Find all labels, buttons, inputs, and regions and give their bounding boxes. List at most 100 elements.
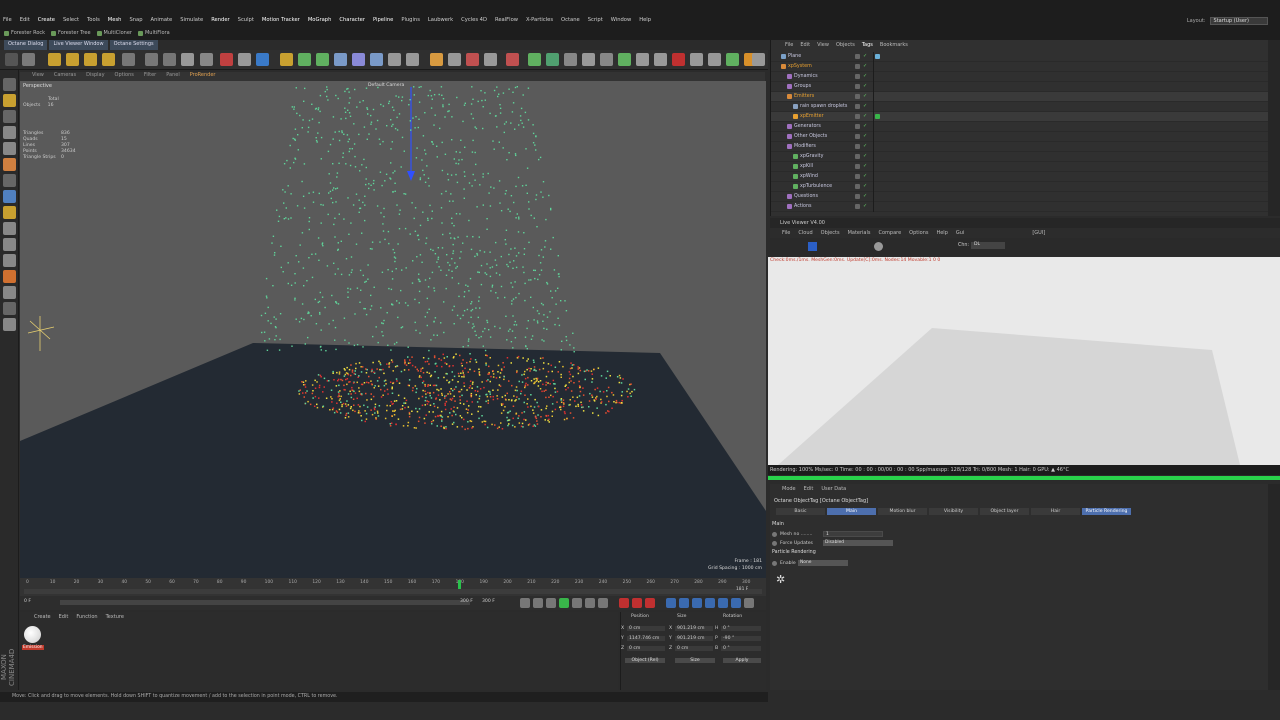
object-name[interactable]: xpEmitter bbox=[800, 114, 824, 119]
target-icon[interactable] bbox=[546, 53, 559, 66]
object-menu-file[interactable]: File bbox=[785, 42, 793, 48]
redo-icon[interactable] bbox=[22, 53, 35, 66]
menu-laubwerk[interactable]: Laubwerk bbox=[428, 17, 453, 23]
object-name[interactable]: Other Objects bbox=[794, 134, 827, 139]
texture-mode-icon[interactable] bbox=[3, 94, 16, 107]
menu-character[interactable]: Character bbox=[339, 17, 365, 23]
coord-size-dropdown[interactable]: Size bbox=[675, 658, 715, 663]
object-name[interactable]: Emitters bbox=[794, 94, 814, 99]
live-viewer-render[interactable]: Check:0ms./1ms. MeshGen:0ms. Update[C]:0… bbox=[768, 257, 1280, 465]
s-icon[interactable] bbox=[3, 254, 16, 267]
object-manager-sidebar[interactable] bbox=[1268, 40, 1280, 216]
edges-mode-icon[interactable] bbox=[3, 142, 16, 155]
current-frame-field[interactable]: 181 F bbox=[736, 587, 748, 592]
world-icon[interactable] bbox=[181, 53, 194, 66]
enabled-check-icon[interactable]: ✓ bbox=[863, 114, 867, 119]
tab-object-layer[interactable]: Object layer bbox=[980, 508, 1029, 515]
visibility-toggle-icon[interactable] bbox=[855, 154, 860, 159]
size-field[interactable]: 901.219 cm bbox=[675, 636, 713, 641]
scissors-icon[interactable] bbox=[636, 53, 649, 66]
attribute-sidebar[interactable] bbox=[1268, 484, 1280, 690]
live-viewer-menu-cloud[interactable]: Cloud bbox=[798, 230, 812, 236]
enabled-check-icon[interactable]: ✓ bbox=[863, 194, 867, 199]
keyframe-dot-icon[interactable] bbox=[772, 560, 777, 566]
object-row[interactable]: Emitters ✓ bbox=[771, 92, 1269, 102]
material-menu-edit[interactable]: Edit bbox=[59, 614, 69, 620]
keyframe-dot-icon[interactable] bbox=[772, 531, 777, 537]
enabled-check-icon[interactable]: ✓ bbox=[863, 184, 867, 189]
object-row[interactable]: xpTurbulence ✓ bbox=[771, 182, 1269, 192]
enabled-check-icon[interactable]: ✓ bbox=[863, 54, 867, 59]
move-icon[interactable] bbox=[66, 53, 79, 66]
object-row[interactable]: xpEmitter ✓ bbox=[771, 112, 1269, 122]
enabled-check-icon[interactable]: ✓ bbox=[863, 94, 867, 99]
object-name[interactable]: xpKill bbox=[800, 164, 813, 169]
object-name[interactable]: xpGravity bbox=[800, 154, 823, 159]
menu-realflow[interactable]: RealFlow bbox=[495, 17, 518, 23]
viewport-menu-filter[interactable]: Filter bbox=[144, 72, 156, 81]
coord-mode-dropdown[interactable]: Object (Rel) bbox=[625, 658, 665, 663]
object-menu-objects[interactable]: Objects bbox=[836, 42, 855, 48]
plugin-forester-tree[interactable]: Forester Tree bbox=[51, 30, 91, 36]
timeline-menu-icon[interactable] bbox=[744, 598, 754, 608]
octane-icon[interactable] bbox=[406, 53, 419, 66]
visibility-toggle-icon[interactable] bbox=[855, 94, 860, 99]
menu-pipeline[interactable]: Pipeline bbox=[373, 17, 393, 23]
object-row[interactable]: xpSystem ✓ bbox=[771, 62, 1269, 72]
tab-octane-settings[interactable]: Octane Settings bbox=[109, 40, 158, 50]
material-menu-create[interactable]: Create bbox=[34, 614, 51, 620]
timeline-track[interactable] bbox=[24, 589, 762, 594]
pen-icon[interactable] bbox=[280, 53, 293, 66]
object-row[interactable]: xpKill ✓ bbox=[771, 162, 1269, 172]
object-row[interactable]: Dynamics ✓ bbox=[771, 72, 1269, 82]
apply-button[interactable]: Apply bbox=[723, 658, 761, 663]
select-icon[interactable] bbox=[48, 53, 61, 66]
menu-cycles-4d[interactable]: Cycles 4D bbox=[461, 17, 487, 23]
object-row[interactable]: Other Objects ✓ bbox=[771, 132, 1269, 142]
start-frame-field[interactable]: 0 F bbox=[24, 599, 31, 604]
autokey-icon[interactable] bbox=[632, 598, 642, 608]
menu-window[interactable]: Window bbox=[611, 17, 631, 23]
menu-simulate[interactable]: Simulate bbox=[180, 17, 203, 23]
deformer-icon[interactable] bbox=[352, 53, 365, 66]
object-menu-view[interactable]: View bbox=[817, 42, 829, 48]
next-key-icon[interactable] bbox=[585, 598, 595, 608]
spline-icon[interactable] bbox=[564, 53, 577, 66]
settings-icon[interactable] bbox=[752, 53, 765, 66]
cube-icon[interactable] bbox=[256, 53, 269, 66]
position-field[interactable]: 0 cm bbox=[627, 626, 665, 631]
enabled-check-icon[interactable]: ✓ bbox=[863, 124, 867, 129]
rotation-field[interactable]: -90 ° bbox=[721, 636, 761, 641]
visibility-toggle-icon[interactable] bbox=[855, 194, 860, 199]
position-field[interactable]: 1147.746 cm bbox=[627, 636, 665, 641]
force-updates-dropdown[interactable]: Disabled bbox=[823, 540, 893, 546]
x-axis-icon[interactable] bbox=[122, 53, 135, 66]
enabled-check-icon[interactable]: ✓ bbox=[863, 84, 867, 89]
prev-frame-icon[interactable] bbox=[546, 598, 556, 608]
visibility-toggle-icon[interactable] bbox=[855, 104, 860, 109]
material-icon[interactable] bbox=[448, 53, 461, 66]
tab-live-viewer-window[interactable]: Live Viewer Window bbox=[49, 40, 108, 50]
tab-main[interactable]: Main bbox=[827, 508, 876, 515]
uv-icon[interactable] bbox=[3, 174, 16, 187]
settings-icon[interactable] bbox=[3, 318, 16, 331]
keyframe-dot-icon[interactable] bbox=[772, 540, 777, 546]
object-name[interactable]: Groups bbox=[794, 84, 811, 89]
live-viewer-menu-gui[interactable]: Gui bbox=[956, 230, 964, 236]
menu-motion-tracker[interactable]: Motion Tracker bbox=[262, 17, 300, 23]
axis-lock-icon[interactable] bbox=[3, 206, 16, 219]
param-key-icon[interactable] bbox=[705, 598, 715, 608]
enabled-check-icon[interactable]: ✓ bbox=[863, 164, 867, 169]
object-name[interactable]: rain spawn droplets bbox=[800, 104, 847, 109]
menu-octane[interactable]: Octane bbox=[561, 17, 580, 23]
object-row[interactable]: xpWind ✓ bbox=[771, 172, 1269, 182]
menu-plugins[interactable]: Plugins bbox=[401, 17, 420, 23]
column-divider[interactable] bbox=[873, 52, 874, 212]
y-axis-icon[interactable] bbox=[145, 53, 158, 66]
live-viewer-menu-materials[interactable]: Materials bbox=[848, 230, 871, 236]
playhead[interactable] bbox=[457, 580, 461, 589]
material-menu-texture[interactable]: Texture bbox=[106, 614, 124, 620]
tab-hair[interactable]: Hair bbox=[1031, 508, 1080, 515]
object-name[interactable]: xpWind bbox=[800, 174, 818, 179]
tab-visibility[interactable]: Visibility bbox=[929, 508, 978, 515]
